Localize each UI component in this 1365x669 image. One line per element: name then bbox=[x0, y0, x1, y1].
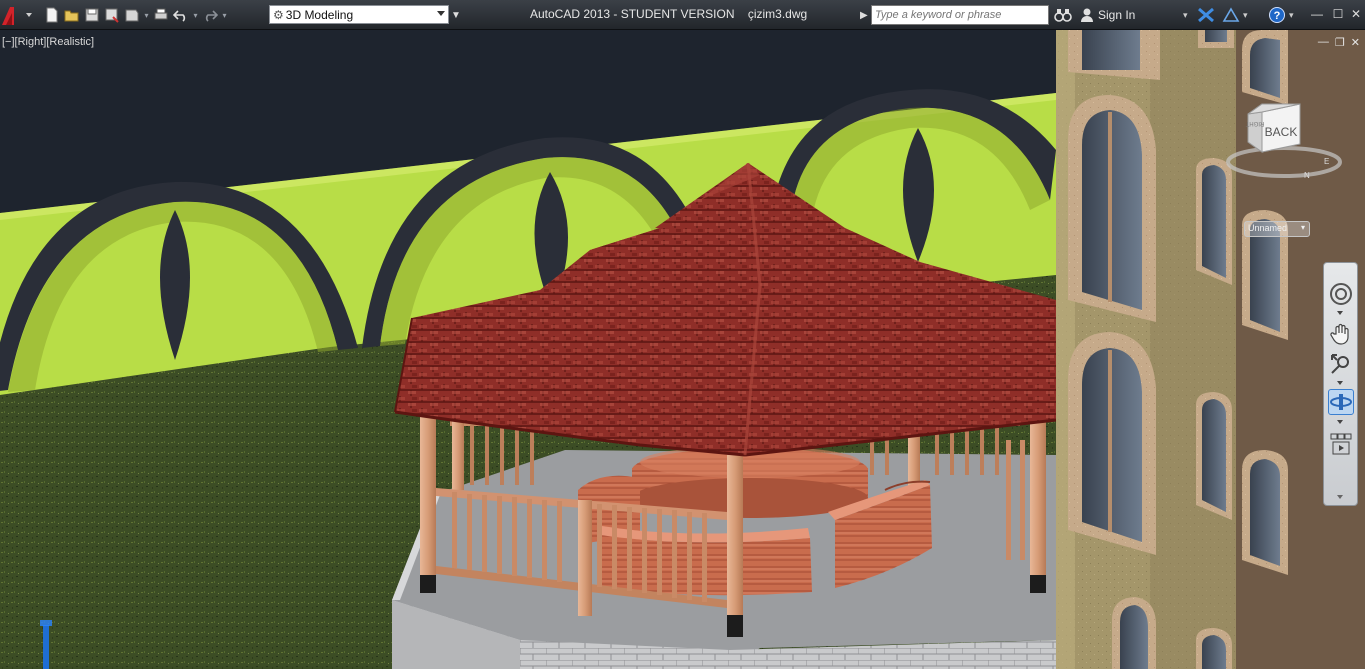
viewport-window-controls: — ❐ ✕ bbox=[1296, 36, 1360, 52]
orbit-icon[interactable] bbox=[1328, 389, 1354, 415]
undo-icon[interactable] bbox=[171, 4, 191, 26]
window-title: AutoCAD 2013 - STUDENT VERSION çizim3.dw… bbox=[530, 7, 808, 21]
steering-wheel-dropdown-icon[interactable] bbox=[1337, 311, 1343, 315]
customize-toolbar-icon[interactable]: ▼ bbox=[451, 0, 461, 30]
compass-east-label: E bbox=[1324, 157, 1329, 166]
application-menu-button[interactable] bbox=[0, 0, 34, 30]
chevron-down-icon: ▾ bbox=[1300, 223, 1305, 232]
viewport-close-icon[interactable]: ✕ bbox=[1351, 36, 1360, 52]
steering-wheel-icon[interactable] bbox=[1328, 281, 1354, 307]
sign-in-button[interactable]: Sign In bbox=[1080, 0, 1135, 30]
quick-access-toolbar: ▾ ▾ ▾ bbox=[42, 0, 229, 30]
drawing-viewport[interactable]: [−][Right][Realistic] — ❐ ✕ BACK RIGHT N… bbox=[0, 30, 1365, 669]
redo-icon[interactable] bbox=[200, 4, 220, 26]
workspace-label: 3D Modeling bbox=[285, 7, 354, 22]
workspace-dropdown[interactable]: ⚙ 3D Modeling bbox=[269, 5, 449, 24]
plot-icon[interactable] bbox=[151, 4, 171, 26]
help-icon[interactable]: ? bbox=[1268, 0, 1286, 30]
save-as-icon[interactable] bbox=[102, 4, 122, 26]
orbit-dropdown-icon[interactable] bbox=[1337, 420, 1343, 424]
3d-scene bbox=[0, 30, 1365, 669]
sign-in-label: Sign In bbox=[1098, 8, 1136, 22]
plot-preview-icon[interactable] bbox=[122, 4, 142, 26]
viewcube[interactable]: BACK RIGHT N E bbox=[1222, 92, 1342, 192]
navigation-bar bbox=[1323, 262, 1358, 506]
open-icon[interactable] bbox=[62, 4, 82, 26]
new-icon[interactable] bbox=[42, 4, 62, 26]
viewcube-face-label[interactable]: BACK bbox=[1265, 125, 1298, 139]
help-dropdown-icon[interactable]: ▾ bbox=[1289, 0, 1294, 30]
zoom-dropdown-icon[interactable] bbox=[1337, 381, 1343, 385]
showmotion-icon[interactable] bbox=[1328, 431, 1354, 457]
compass-north-label: N bbox=[1304, 171, 1310, 180]
svg-text:?: ? bbox=[1274, 10, 1281, 22]
title-bar: ▾ ▾ ▾ ⚙ 3D Modeling ▼ AutoCAD 2013 - STU… bbox=[0, 0, 1365, 30]
expand-arrow-icon[interactable]: ▶ bbox=[860, 0, 868, 30]
autocad-window: ▾ ▾ ▾ ⚙ 3D Modeling ▼ AutoCAD 2013 - STU… bbox=[0, 0, 1365, 669]
a360-dropdown-icon[interactable]: ▾ bbox=[1243, 0, 1248, 30]
viewport-restore-icon[interactable]: ❐ bbox=[1335, 36, 1345, 52]
autocad-logo-icon bbox=[2, 7, 32, 25]
svg-text:RIGHT: RIGHT bbox=[1245, 120, 1264, 126]
pan-hand-icon[interactable] bbox=[1328, 321, 1354, 347]
user-icon bbox=[1081, 8, 1093, 22]
redo-dropdown-icon[interactable]: ▾ bbox=[220, 4, 229, 26]
save-icon[interactable] bbox=[82, 4, 102, 26]
sign-in-dropdown-icon[interactable]: ▾ bbox=[1183, 0, 1188, 30]
undo-dropdown-icon[interactable]: ▾ bbox=[191, 4, 200, 26]
zoom-extents-icon[interactable] bbox=[1328, 351, 1354, 377]
close-icon[interactable]: ✕ bbox=[1346, 4, 1365, 24]
qa-dropdown-caret-icon[interactable]: ▾ bbox=[142, 4, 151, 26]
navbar-options-icon[interactable] bbox=[1337, 495, 1343, 499]
minimize-icon[interactable]: — bbox=[1307, 4, 1327, 24]
autodesk-360-icon[interactable] bbox=[1222, 0, 1240, 30]
maximize-icon[interactable]: ☐ bbox=[1328, 4, 1348, 24]
chevron-down-icon bbox=[437, 11, 445, 16]
search-input[interactable] bbox=[871, 5, 1049, 25]
ucs-selected: Unnamed bbox=[1248, 223, 1288, 233]
viewport-minimize-icon[interactable]: — bbox=[1318, 36, 1329, 52]
gear-icon: ⚙ bbox=[273, 7, 284, 22]
exchange-icon[interactable] bbox=[1197, 0, 1215, 30]
viewport-controls-label[interactable]: [−][Right][Realistic] bbox=[2, 36, 94, 48]
ucs-dropdown[interactable]: Unnamed ▾ bbox=[1244, 221, 1310, 237]
binoculars-icon[interactable] bbox=[1054, 0, 1072, 30]
